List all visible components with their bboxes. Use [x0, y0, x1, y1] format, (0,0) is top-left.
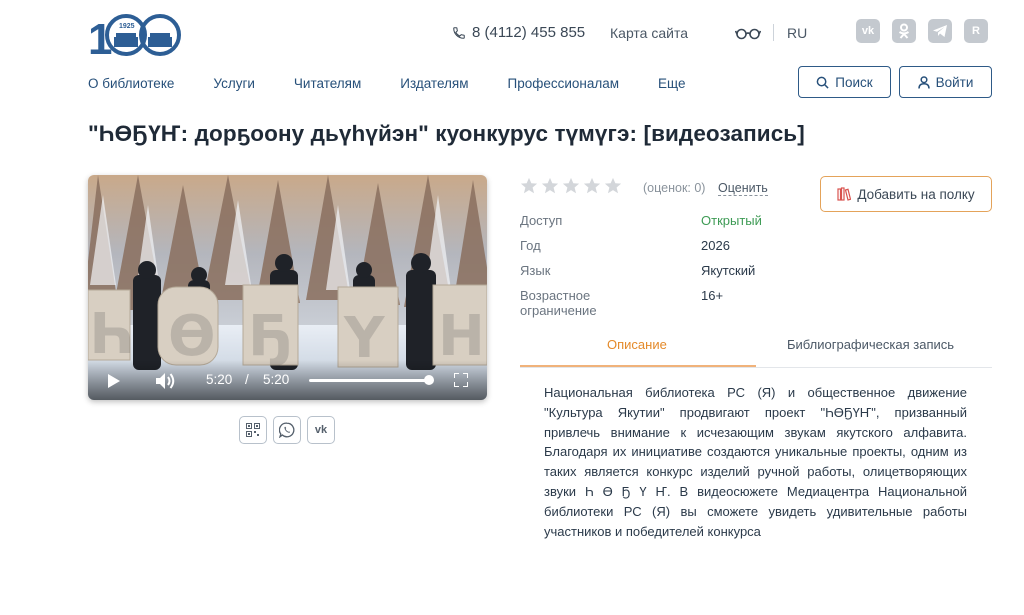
- add-to-shelf-label: Добавить на полку: [857, 186, 975, 202]
- star-icon[interactable]: [562, 177, 580, 195]
- nav-item-professionals[interactable]: Профессионалам: [508, 76, 620, 91]
- video-player[interactable]: Һ Ө Ҕ Ү Н 5:20 / 5:20: [88, 175, 487, 400]
- share-buttons: vk: [239, 416, 335, 444]
- user-icon: [917, 75, 930, 89]
- nav-item-publishers[interactable]: Издателям: [400, 76, 468, 91]
- add-to-shelf-button[interactable]: Добавить на полку: [820, 176, 992, 212]
- video-time-separator: /: [245, 372, 249, 387]
- active-tab-indicator: [520, 365, 756, 367]
- page-title: "ҺӨҔҮҤ: дорҕоону дьүһүйэн" куонкурус түм…: [88, 121, 805, 146]
- library-logo[interactable]: 1 1925: [88, 11, 184, 64]
- odnoklassniki-icon[interactable]: [892, 19, 916, 43]
- star-icon[interactable]: [583, 177, 601, 195]
- qr-code-icon: [246, 423, 260, 437]
- tab-description[interactable]: Описание: [607, 337, 667, 352]
- property-value: Якутский: [701, 263, 756, 278]
- video-current-time: 5:20: [206, 372, 233, 387]
- search-button[interactable]: Поиск: [798, 66, 891, 98]
- vk-share-icon: vk: [314, 424, 328, 436]
- login-button[interactable]: Войти: [899, 66, 992, 98]
- rate-link[interactable]: Оценить: [718, 181, 768, 196]
- property-value: Открытый: [701, 213, 762, 228]
- nav-item-readers[interactable]: Читателям: [294, 76, 361, 91]
- fullscreen-icon[interactable]: [454, 373, 468, 387]
- main-nav: О библиотеке Услуги Читателям Издателям …: [88, 76, 685, 91]
- description-text: Национальная библиотека РС (Я) и обществ…: [544, 385, 967, 539]
- telegram-icon[interactable]: [928, 19, 952, 43]
- play-icon[interactable]: [108, 374, 120, 388]
- phone-number[interactable]: 8 (4112) 455 855: [452, 24, 585, 41]
- property-value: 2026: [701, 238, 730, 253]
- social-links: vk R: [856, 19, 988, 43]
- property-label: Доступ: [520, 213, 563, 228]
- search-icon: [816, 76, 829, 89]
- vk-share-button[interactable]: vk: [307, 416, 335, 444]
- whatsapp-icon: [279, 422, 295, 438]
- tab-bibliographic-record[interactable]: Библиографическая запись: [787, 337, 954, 352]
- whatsapp-share-button[interactable]: [273, 416, 301, 444]
- logo-year: 1925: [119, 23, 135, 30]
- video-letter-1: Һ: [90, 302, 135, 367]
- header-divider: [773, 24, 774, 41]
- nav-item-services[interactable]: Услуги: [213, 76, 255, 91]
- nav-item-more[interactable]: Еще: [658, 76, 685, 91]
- video-duration: 5:20: [263, 372, 290, 387]
- star-icon[interactable]: [541, 177, 559, 195]
- property-value: 16+: [701, 288, 724, 303]
- video-progress-handle[interactable]: [424, 375, 434, 385]
- info-tabs: Описание Библиографическая запись: [520, 330, 992, 368]
- property-label: Год: [520, 238, 541, 253]
- star-icon[interactable]: [520, 177, 538, 195]
- login-label: Войти: [935, 74, 974, 90]
- language-switch[interactable]: RU: [787, 25, 807, 41]
- phone-icon: [453, 26, 465, 39]
- video-progress-bar[interactable]: [309, 379, 429, 382]
- qr-code-button[interactable]: [239, 416, 267, 444]
- bookshelf-icon: [837, 187, 852, 201]
- accessibility-glasses-icon[interactable]: [734, 26, 762, 40]
- star-icon[interactable]: [604, 177, 622, 195]
- volume-icon[interactable]: [156, 372, 176, 390]
- rating-count: (оценок: 0): [643, 181, 706, 195]
- search-label: Поиск: [835, 74, 873, 90]
- sitemap-link[interactable]: Карта сайта: [610, 25, 688, 41]
- phone-text: 8 (4112) 455 855: [472, 24, 586, 41]
- vk-icon[interactable]: vk: [856, 19, 880, 43]
- property-label: Язык: [520, 263, 551, 278]
- video-controls: 5:20 / 5:20: [88, 360, 487, 400]
- nav-item-about[interactable]: О библиотеке: [88, 76, 174, 91]
- property-label: Возрастное ограничение: [520, 288, 597, 318]
- rating-stars[interactable]: [520, 177, 622, 195]
- rutube-icon[interactable]: R: [964, 19, 988, 43]
